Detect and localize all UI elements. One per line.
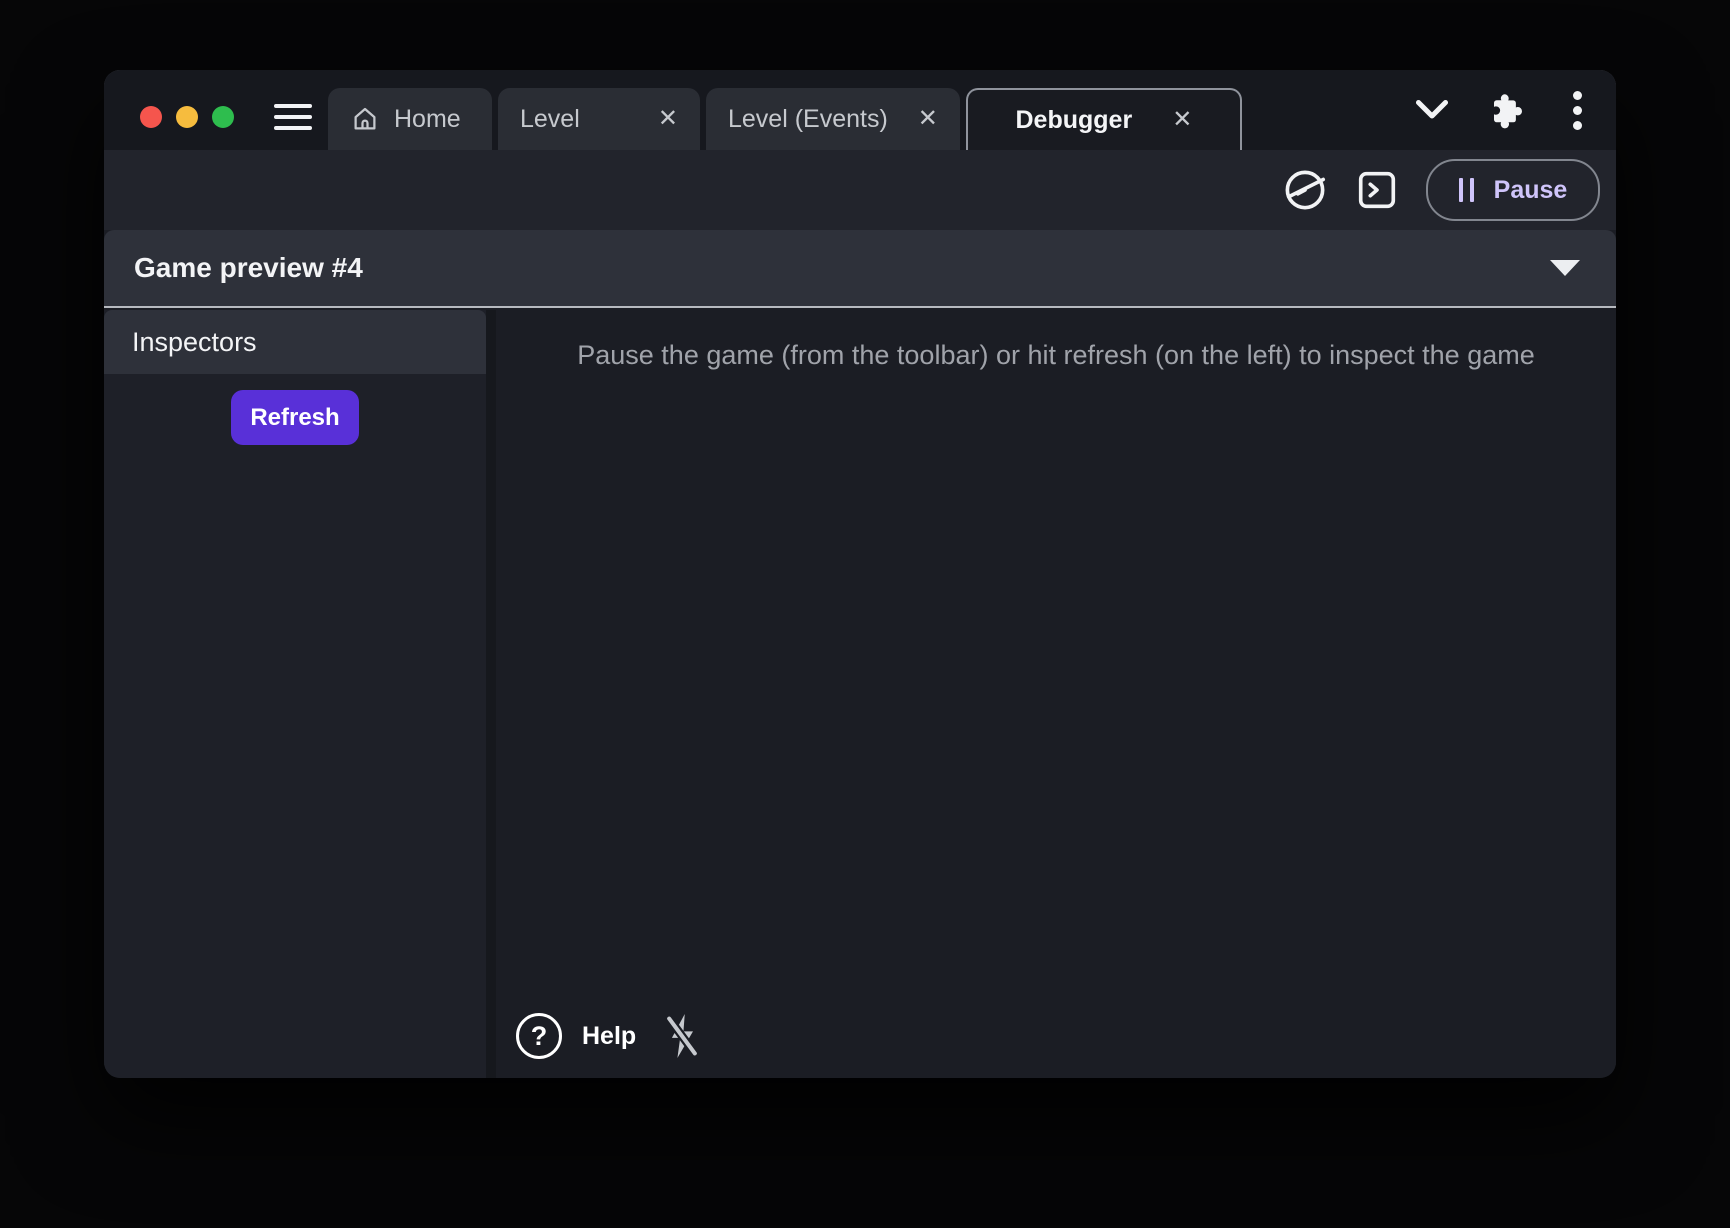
debugger-toolbar: Pause <box>104 150 1616 230</box>
close-window-button[interactable] <box>140 106 162 128</box>
tab-debugger[interactable]: Debugger ✕ <box>966 88 1242 150</box>
pause-icon <box>1459 178 1474 202</box>
debugger-content: Inspectors Refresh Pause the game (from … <box>104 310 1616 1078</box>
tab-strip: Home Level ✕ Level (Events) ✕ Debugger ✕ <box>328 88 1242 150</box>
titlebar-actions <box>1413 70 1590 150</box>
tab-label: Level <box>520 105 580 134</box>
debugger-window: Home Level ✕ Level (Events) ✕ Debugger ✕ <box>104 70 1616 1078</box>
tab-label: Debugger <box>1016 106 1133 135</box>
flash-off-icon[interactable] <box>660 1010 704 1062</box>
tab-home[interactable]: Home <box>328 88 492 150</box>
panel-footer: ? Help <box>516 1010 704 1062</box>
chevron-down-icon[interactable] <box>1413 98 1451 122</box>
pause-button[interactable]: Pause <box>1426 159 1600 221</box>
hamburger-menu-icon[interactable] <box>274 104 312 130</box>
help-button[interactable]: ? Help <box>516 1013 636 1059</box>
tab-level-events[interactable]: Level (Events) ✕ <box>706 88 960 150</box>
inspectors-sidebar: Inspectors Refresh <box>104 310 486 1078</box>
inspectors-header: Inspectors <box>104 310 486 374</box>
traffic-lights <box>140 106 234 128</box>
profiler-gauge-icon[interactable] <box>1282 167 1328 213</box>
refresh-button[interactable]: Refresh <box>231 390 359 445</box>
inspector-hint-message: Pause the game (from the toolbar) or hit… <box>496 310 1616 371</box>
home-icon <box>350 104 380 134</box>
tab-bar: Home Level ✕ Level (Events) ✕ Debugger ✕ <box>104 70 1616 150</box>
tab-label: Home <box>394 105 461 134</box>
close-tab-icon[interactable]: ✕ <box>1132 108 1192 132</box>
help-question-icon: ? <box>516 1013 562 1059</box>
close-tab-icon[interactable]: ✕ <box>888 107 938 131</box>
pause-button-label: Pause <box>1494 176 1568 205</box>
sidebar-divider <box>486 310 496 1078</box>
close-tab-icon[interactable]: ✕ <box>628 107 678 131</box>
inspectors-header-label: Inspectors <box>132 327 257 358</box>
minimize-window-button[interactable] <box>176 106 198 128</box>
game-preview-title: Game preview #4 <box>134 252 363 284</box>
help-label: Help <box>582 1022 636 1051</box>
tab-level[interactable]: Level ✕ <box>498 88 700 150</box>
dropdown-caret-icon <box>1550 260 1580 276</box>
tab-label: Level (Events) <box>728 105 888 134</box>
zoom-window-button[interactable] <box>212 106 234 128</box>
console-icon[interactable] <box>1354 167 1400 213</box>
game-preview-selector[interactable]: Game preview #4 <box>104 230 1616 308</box>
inspector-panel: Pause the game (from the toolbar) or hit… <box>496 310 1616 1078</box>
extensions-puzzle-icon[interactable] <box>1487 89 1529 131</box>
kebab-menu-icon[interactable] <box>1565 83 1590 138</box>
